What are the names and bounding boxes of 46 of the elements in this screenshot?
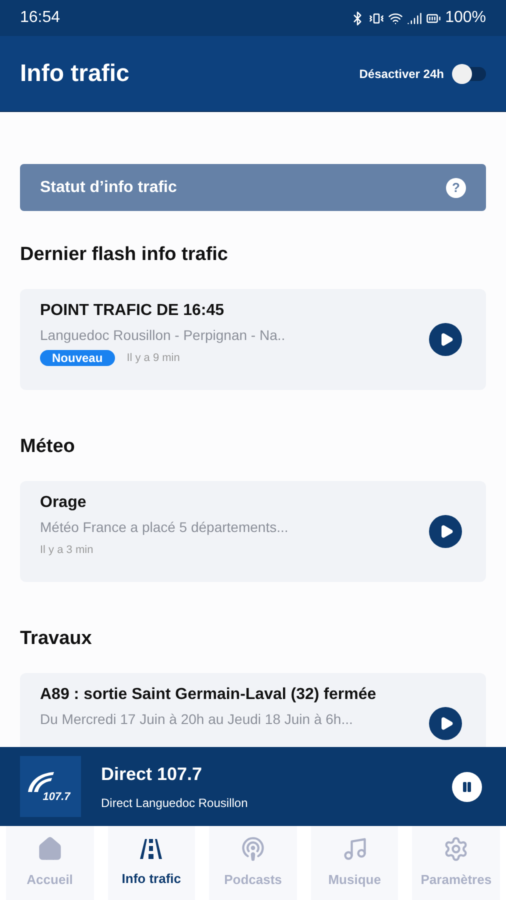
play-button[interactable]	[429, 707, 462, 740]
nav-tab[interactable]: Info trafic	[108, 826, 196, 900]
pause-button[interactable]	[452, 772, 482, 802]
nav-tab[interactable]: Paramètres	[412, 826, 500, 900]
card-time: Il y a 3 min	[40, 543, 94, 558]
card-subtitle: Du Mercredi 17 Juin à 20h au Jeudi 18 Juin à 6h...	[40, 710, 354, 728]
battery-level: 100%	[445, 8, 486, 28]
home-icon	[36, 836, 63, 862]
card-subtitle: Météo France a placé 5 départements...	[40, 518, 290, 536]
news-card[interactable]: A89 : sortie Saint Germain-Laval (32) fermée Du Mercredi 17 Juin à 20h au Jeudi 18 Juin à 6h...	[20, 673, 486, 747]
play-button[interactable]	[429, 323, 462, 356]
play-icon	[439, 716, 454, 731]
section-title: Méteo	[20, 437, 76, 457]
card-subtitle: Languedoc Rousillon - Perpignan - Na..	[40, 326, 286, 344]
section-title: Dernier flash info trafic	[20, 245, 229, 265]
wave-icon	[26, 770, 56, 792]
music-icon	[342, 836, 368, 862]
clock: 16:54	[20, 8, 60, 28]
section-title: Travaux	[20, 629, 93, 649]
settings-icon	[443, 836, 470, 862]
wifi-icon	[388, 10, 404, 26]
signal-icon	[407, 10, 422, 26]
card-title: POINT TRAFIC DE 16:45	[40, 301, 226, 321]
station-logo: 107.7	[20, 756, 81, 817]
toggle-label: Désactiver 24h	[359, 66, 444, 82]
road-icon	[138, 837, 164, 862]
player-title: Direct 107.7	[101, 763, 204, 786]
card-title: Orage	[40, 493, 88, 513]
player-subtitle: Direct Languedoc Rousillon	[101, 795, 249, 812]
play-icon	[439, 332, 454, 347]
new-badge: Nouveau	[40, 350, 115, 366]
card-time: Il y a 9 min	[126, 351, 180, 366]
podcast-icon	[240, 836, 266, 862]
nav-tab[interactable]: Accueil	[6, 826, 94, 900]
pause-icon	[461, 780, 473, 792]
news-card[interactable]: Orage Météo France a placé 5 départements... Il y a 3 min	[20, 481, 486, 582]
help-icon: ?	[446, 178, 466, 198]
vibrate-icon	[369, 10, 384, 26]
nav-tab[interactable]: Musique	[310, 826, 398, 900]
page-title: Info trafic	[20, 58, 130, 88]
play-icon	[439, 524, 454, 539]
news-card[interactable]: POINT TRAFIC DE 16:45 Languedoc Rousillon - Perpignan - Na.. Nouveau Il y a 9 min	[20, 289, 486, 390]
card-title: A89 : sortie Saint Germain-Laval (32) fermée	[40, 685, 378, 705]
play-button[interactable]	[429, 515, 462, 548]
nav-tab[interactable]: Podcasts	[209, 826, 297, 900]
status-banner[interactable]: Statut d’info trafic ?	[20, 164, 486, 211]
